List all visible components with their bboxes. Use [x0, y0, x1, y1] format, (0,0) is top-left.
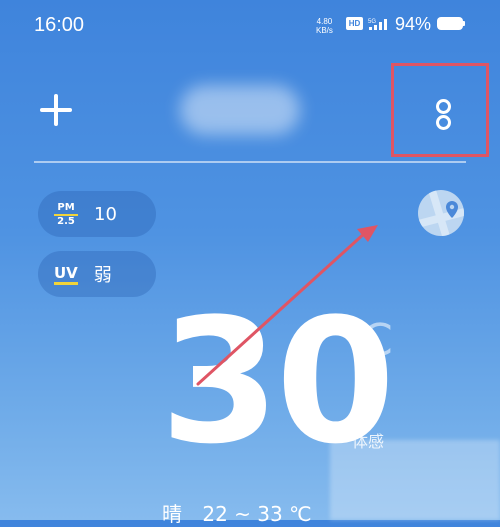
battery-percent: 94% [395, 14, 432, 34]
hd-badge: HD [346, 17, 363, 30]
map-pin-icon [418, 190, 464, 236]
network-speed: 4.80 KB/s [316, 17, 333, 35]
weather-summary: 晴 22 ~ 33 ℃ [162, 498, 326, 527]
map-button[interactable] [418, 190, 464, 236]
battery-tip [463, 21, 465, 26]
temperature-range: 22 ~ 33 ℃ [202, 502, 312, 526]
city-name-blurred [180, 85, 300, 135]
watermark-blur [330, 440, 500, 520]
add-city-button[interactable] [38, 92, 74, 128]
signal-icon: 5G [368, 16, 390, 30]
pm25-icon: PM 2.5 [54, 202, 78, 227]
pm25-label-top: PM [54, 202, 78, 216]
network-speed-unit: KB/s [316, 26, 333, 35]
header-divider [34, 161, 466, 163]
uv-label: UV [54, 264, 78, 285]
uv-pill[interactable]: UV 弱 [38, 251, 156, 297]
status-time: 16:00 [34, 14, 85, 36]
battery-icon [437, 17, 463, 30]
highlight-box [391, 63, 489, 157]
network-speed-value: 4.80 [316, 17, 333, 26]
pm25-value: 10 [94, 203, 117, 225]
signal-label: 5G [368, 19, 376, 25]
pm25-label-bottom: 2.5 [57, 215, 75, 227]
weather-condition: 晴 [162, 502, 182, 526]
temperature-unit: ℃ [344, 315, 394, 366]
uv-value: 弱 [93, 265, 112, 286]
pm25-pill[interactable]: PM 2.5 10 [38, 191, 156, 237]
